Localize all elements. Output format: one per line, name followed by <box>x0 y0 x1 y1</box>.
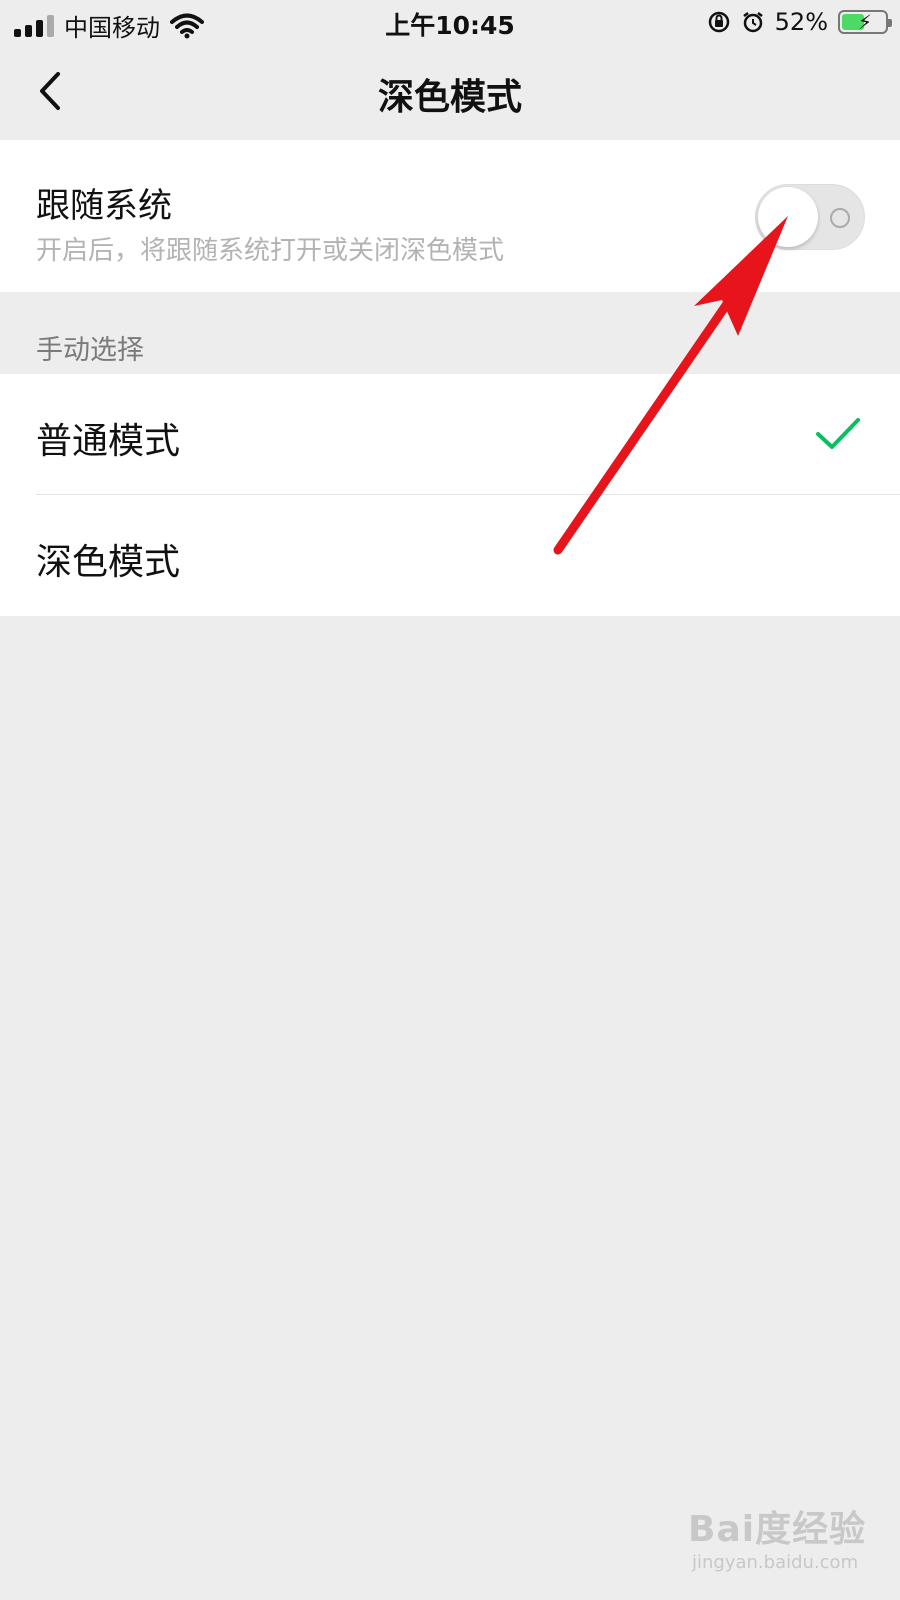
checkmark-icon <box>816 418 860 449</box>
toggle-off-indicator-icon <box>830 208 850 228</box>
battery-percent: 52% <box>774 8 828 36</box>
baidu-watermark: Bai度经验 jingyan.baidu.com <box>688 1500 888 1590</box>
option-dark-mode[interactable]: 深色模式 <box>0 495 900 616</box>
status-bar: 中国移动 上午10:45 52% ⚡ <box>0 0 900 44</box>
rotation-lock-icon <box>708 11 729 33</box>
watermark-url: jingyan.baidu.com <box>692 1552 859 1573</box>
mode-options-list: 普通模式 深色模式 <box>0 374 900 616</box>
status-right: 52% ⚡ <box>707 8 892 36</box>
follow-system-toggle[interactable] <box>755 184 865 250</box>
option-label: 深色模式 <box>36 542 181 583</box>
follow-system-row: 跟随系统 开启后，将跟随系统打开或关闭深色模式 <box>0 140 900 292</box>
follow-system-description: 开启后，将跟随系统打开或关闭深色模式 <box>36 236 505 266</box>
alarm-icon <box>742 12 763 33</box>
nav-bar: 深色模式 <box>0 44 900 140</box>
toggle-knob <box>758 187 818 247</box>
follow-system-title: 跟随系统 <box>36 186 172 226</box>
watermark-logo: Bai度经验 <box>688 1509 867 1550</box>
option-normal-mode[interactable]: 普通模式 <box>0 374 900 495</box>
section-label-manual: 手动选择 <box>36 335 144 366</box>
battery-charging-icon: ⚡ <box>838 10 892 34</box>
option-label: 普通模式 <box>36 421 181 462</box>
page-title: 深色模式 <box>377 77 522 118</box>
